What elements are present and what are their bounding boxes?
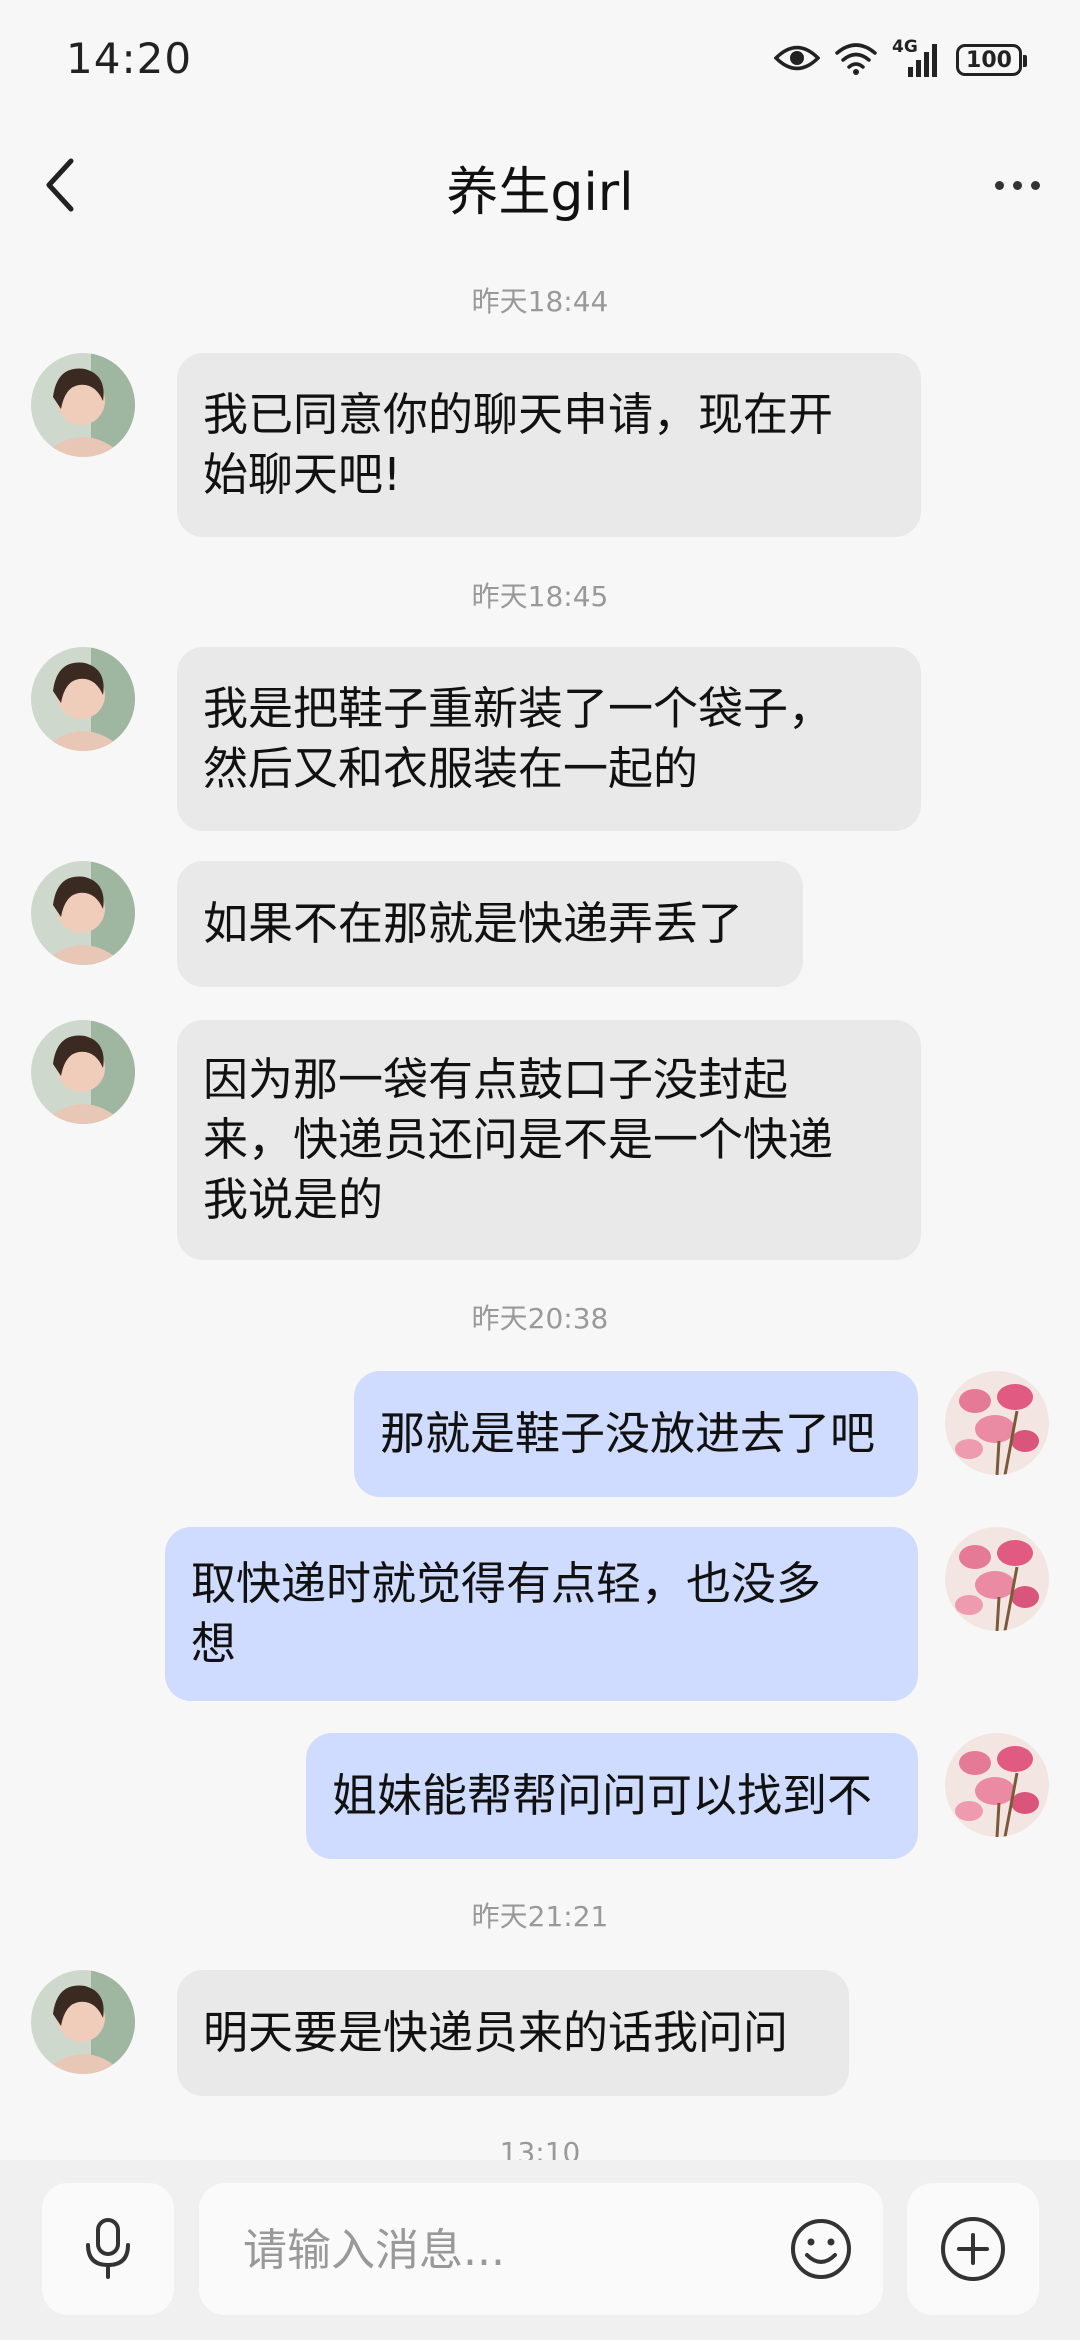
incoming-message[interactable]: 如果不在那就是快递弄丢了	[177, 861, 803, 987]
plus-circle-icon	[941, 2217, 1005, 2281]
contact-avatar[interactable]	[31, 353, 135, 457]
eye-icon	[773, 43, 821, 77]
user-avatar[interactable]	[945, 1733, 1049, 1837]
outgoing-message[interactable]: 取快递时就觉得有点轻，也没多 想	[165, 1527, 918, 1701]
message-input-container	[199, 2183, 883, 2315]
incoming-message[interactable]: 我已同意你的聊天申请，现在开 始聊天吧!	[177, 353, 921, 537]
contact-avatar[interactable]	[31, 861, 135, 965]
message-timestamp: 昨天21:21	[471, 1900, 609, 1933]
emoji-button[interactable]	[787, 2215, 855, 2283]
status-icons: 4G 100	[773, 37, 1027, 82]
signal-icon: 4G	[892, 37, 942, 79]
more-options-button[interactable]	[982, 160, 1052, 210]
outgoing-message[interactable]: 那就是鞋子没放进去了吧	[354, 1371, 918, 1497]
incoming-message[interactable]: 因为那一袋有点鼓口子没封起 来，快递员还问是不是一个快递 我说是的	[177, 1020, 921, 1260]
contact-avatar[interactable]	[31, 1970, 135, 2074]
status-bar: 14:20 4G 100	[0, 0, 1080, 120]
user-avatar[interactable]	[945, 1371, 1049, 1475]
message-input[interactable]	[241, 2213, 765, 2287]
voice-input-button[interactable]	[42, 2183, 174, 2315]
microphone-icon	[86, 2218, 130, 2279]
user-avatar[interactable]	[945, 1527, 1049, 1631]
outgoing-message[interactable]: 姐妹能帮帮问问可以找到不	[306, 1733, 918, 1859]
message-timestamp: 昨天20:38	[471, 1302, 609, 1335]
status-time: 14:20	[66, 34, 193, 83]
emoji-icon	[791, 2219, 851, 2279]
chat-header: 养生girl	[0, 130, 1080, 240]
message-timestamp: 昨天18:44	[471, 285, 609, 318]
wifi-icon	[834, 41, 878, 79]
more-actions-button[interactable]	[907, 2183, 1039, 2315]
battery-icon: 100	[956, 44, 1027, 76]
chat-title: 养生girl	[446, 163, 634, 223]
contact-avatar[interactable]	[31, 647, 135, 751]
incoming-message[interactable]: 明天要是快递员来的话我问问	[177, 1970, 849, 2096]
message-timestamp: 昨天18:45	[471, 580, 609, 613]
contact-avatar[interactable]	[31, 1020, 135, 1124]
incoming-message[interactable]: 我是把鞋子重新装了一个袋子， 然后又和衣服装在一起的	[177, 647, 921, 831]
